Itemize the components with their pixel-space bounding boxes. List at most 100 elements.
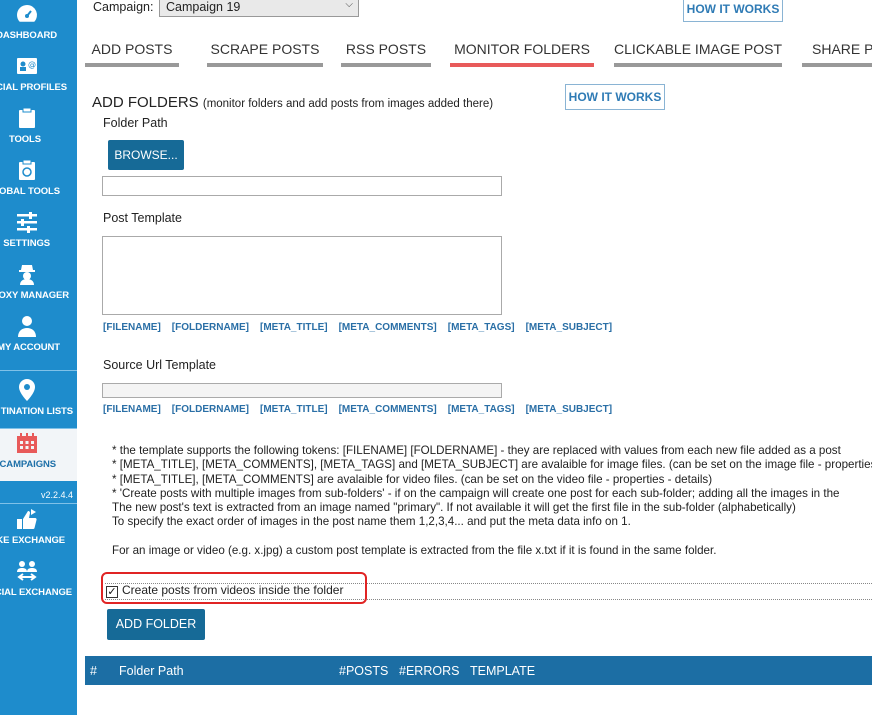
how-it-works-button-top[interactable]: HOW IT WORKS <box>683 0 783 22</box>
tab-underline <box>802 63 872 67</box>
tab-monitor-folders[interactable]: MONITOR FOLDERS <box>450 41 594 67</box>
campaign-select[interactable]: Campaign 19 ⌵ <box>159 0 359 17</box>
sidebar-separator <box>0 503 77 504</box>
column-header-number[interactable]: # <box>90 664 97 678</box>
sidebar-item-my-account[interactable]: MY ACCOUNT <box>0 312 77 364</box>
map-pin-icon <box>19 379 35 401</box>
tab-underline <box>341 63 431 67</box>
sidebar-item-settings[interactable]: SETTINGS <box>0 208 77 260</box>
token-meta-tags[interactable]: [META_TAGS] <box>448 322 515 333</box>
token-filename[interactable]: [FILENAME] <box>103 322 161 333</box>
note-line: * [META_TITLE], [META_COMMENTS], [META_T… <box>112 458 872 472</box>
sidebar-item-label: OXY MANAGER <box>0 290 69 301</box>
source-url-input[interactable] <box>102 383 502 398</box>
column-header-folder-path[interactable]: Folder Path <box>119 664 184 678</box>
token-filename[interactable]: [FILENAME] <box>103 404 161 415</box>
note-line: The new post's text is extracted from an… <box>112 501 796 515</box>
sidebar-item-tools[interactable]: TOOLS <box>0 104 77 156</box>
token-meta-tags[interactable]: [META_TAGS] <box>448 404 515 415</box>
add-folder-button[interactable]: ADD FOLDER <box>107 609 205 640</box>
tab-label: CLICKABLE IMAGE POST <box>614 41 783 57</box>
sidebar-item-social-exchange[interactable]: CIAL EXCHANGE <box>0 557 77 609</box>
token-meta-title[interactable]: [META_TITLE] <box>260 322 328 333</box>
tab-label: SHARE PO <box>812 41 872 57</box>
token-meta-title[interactable]: [META_TITLE] <box>260 404 328 415</box>
sidebar-item-label: TINATION LISTS <box>0 406 73 417</box>
sidebar-item-proxy-manager[interactable]: OXY MANAGER <box>0 260 77 312</box>
chevron-down-icon: ⌵ <box>345 0 353 10</box>
highlight-box <box>101 572 367 604</box>
section-title-text: ADD FOLDERS <box>92 94 199 111</box>
sidebar-item-profiles[interactable]: @ CIAL PROFILES <box>0 52 77 104</box>
post-template-textarea[interactable] <box>102 236 502 315</box>
column-header-template[interactable]: TEMPLATE <box>470 664 535 678</box>
note-line: To specify the exact order of images in … <box>112 515 631 529</box>
source-url-label: Source Url Template <box>103 358 217 372</box>
sidebar-item-label: KE EXCHANGE <box>0 535 65 546</box>
how-it-works-button[interactable]: HOW IT WORKS <box>565 84 665 110</box>
sidebar-item-campaigns[interactable]: CAMPAIGNS <box>0 429 77 481</box>
column-header-posts[interactable]: #POSTS <box>339 664 388 678</box>
token-meta-comments[interactable]: [META_COMMENTS] <box>339 322 437 333</box>
folders-table-header: # Folder Path #POSTS #ERRORS TEMPLATE <box>85 656 872 685</box>
tab-label: SCRAPE POSTS <box>210 41 320 57</box>
sidebar-item-label: MY ACCOUNT <box>0 342 60 353</box>
token-meta-subject[interactable]: [META_SUBJECT] <box>526 322 612 333</box>
folder-path-label: Folder Path <box>103 116 168 130</box>
main-content: Campaign: Campaign 19 ⌵ HOW IT WORKS ADD… <box>77 0 872 715</box>
sidebar-separator <box>0 370 77 371</box>
svg-text:@: @ <box>28 60 36 69</box>
post-template-label: Post Template <box>103 211 182 225</box>
sidebar-item-dashboard[interactable]: DASHBOARD <box>0 0 77 52</box>
folder-path-input[interactable] <box>102 176 502 196</box>
campaign-select-value: Campaign 19 <box>166 0 241 14</box>
tab-clickable-image-post[interactable]: CLICKABLE IMAGE POST <box>614 41 782 67</box>
note-line: * [META_TITLE], [META_COMMENTS] are aval… <box>112 472 713 486</box>
token-meta-comments[interactable]: [META_COMMENTS] <box>339 404 437 415</box>
tab-label: ADD POSTS <box>91 41 173 57</box>
sidebar-item-like-exchange[interactable]: KE EXCHANGE <box>0 505 77 557</box>
sidebar-item-label: DASHBOARD <box>0 30 57 41</box>
user-icon <box>18 316 36 337</box>
tab-underline <box>450 63 594 67</box>
dashboard-icon <box>17 5 37 22</box>
profiles-icon: @ <box>17 58 37 74</box>
tab-underline <box>614 63 782 67</box>
tab-rss-posts[interactable]: RSS POSTS <box>341 41 431 67</box>
clipboard-icon <box>19 107 35 128</box>
note-line: * the template supports the following to… <box>112 444 841 457</box>
note-line: * 'Create posts with multiple images fro… <box>112 486 840 500</box>
post-template-tokens: [FILENAME] [FOLDERNAME] [META_TITLE] [META_… <box>103 322 623 333</box>
campaign-label: Campaign: <box>93 0 154 14</box>
calendar-icon <box>17 433 37 453</box>
exchange-icon <box>17 509 37 529</box>
tab-scrape-posts[interactable]: SCRAPE POSTS <box>207 41 323 67</box>
sidebar: DASHBOARD @ CIAL PROFILES TOOLS LOBAL TO… <box>0 0 77 715</box>
token-meta-subject[interactable]: [META_SUBJECT] <box>526 404 612 415</box>
tab-label: RSS POSTS <box>345 41 427 57</box>
tab-add-posts[interactable]: ADD POSTS <box>85 41 179 67</box>
proxy-icon <box>19 265 35 285</box>
sidebar-item-label: CAMPAIGNS <box>0 459 56 470</box>
token-foldername[interactable]: [FOLDERNAME] <box>172 404 249 415</box>
sidebar-item-label: CIAL EXCHANGE <box>0 587 72 598</box>
column-header-errors[interactable]: #ERRORS <box>399 664 459 678</box>
note-line: For an image or video (e.g. x.jpg) a cus… <box>112 543 717 557</box>
sliders-icon <box>17 212 37 233</box>
sidebar-item-label: SETTINGS <box>3 238 50 249</box>
token-foldername[interactable]: [FOLDERNAME] <box>172 322 249 333</box>
tab-label: MONITOR FOLDERS <box>454 41 590 57</box>
version-label: v2.2.4.4 <box>40 490 73 500</box>
source-url-tokens: [FILENAME] [FOLDERNAME] [META_TITLE] [META_… <box>103 404 623 415</box>
sidebar-item-label: CIAL PROFILES <box>0 82 67 93</box>
sidebar-item-destination-lists[interactable]: TINATION LISTS <box>0 376 77 428</box>
section-subtitle: (monitor folders and add posts from imag… <box>202 98 494 110</box>
clipboard-icon <box>19 159 35 180</box>
tab-share-posts[interactable]: SHARE PO <box>802 41 872 67</box>
help-notes: * the template supports the following to… <box>112 444 872 558</box>
tab-underline <box>207 63 323 67</box>
browse-button[interactable]: BROWSE... <box>108 140 184 170</box>
sidebar-item-label: TOOLS <box>8 134 41 145</box>
sidebar-item-global-tools[interactable]: LOBAL TOOLS <box>0 156 77 208</box>
people-exchange-icon <box>17 561 37 581</box>
